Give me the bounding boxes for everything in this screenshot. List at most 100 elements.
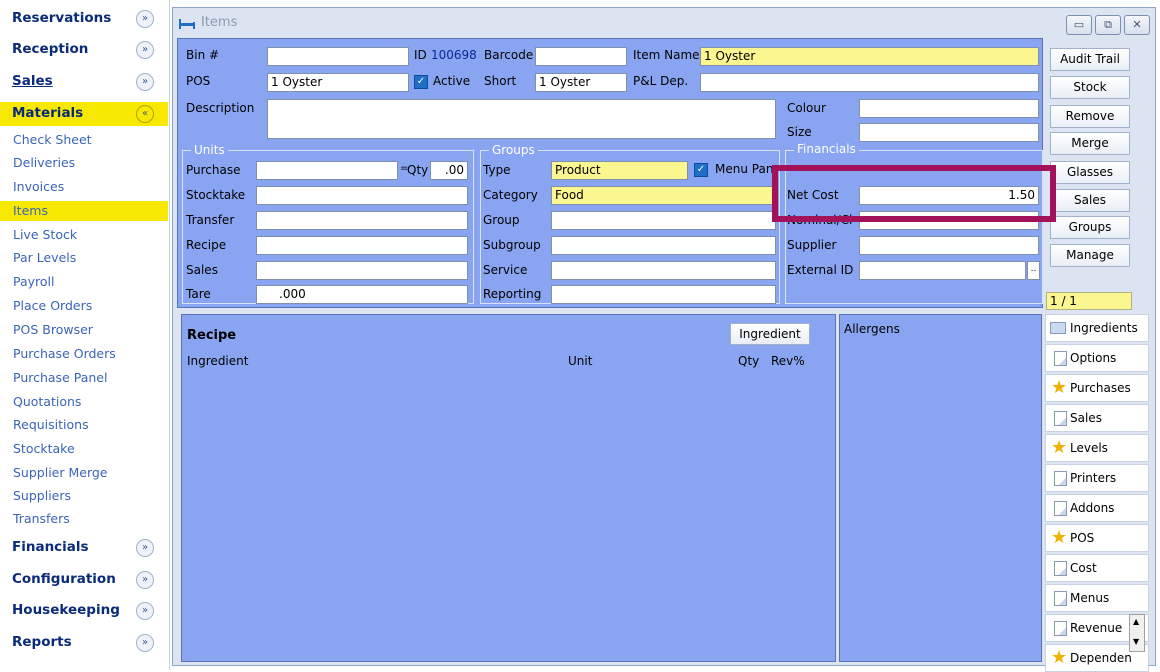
colour-input[interactable] (859, 99, 1039, 118)
expand-icon[interactable]: » (136, 634, 154, 652)
tab-cost[interactable]: Cost (1045, 554, 1149, 582)
audit-trail-button[interactable]: Audit Trail (1050, 48, 1130, 71)
sales-button[interactable]: Sales (1050, 189, 1130, 212)
tab-options[interactable]: Options (1045, 344, 1149, 372)
category-select[interactable]: Food (551, 186, 776, 205)
stocktake-input[interactable] (256, 186, 468, 205)
subgroup-input[interactable] (551, 236, 776, 255)
tab-levels[interactable]: ★ Levels (1045, 434, 1149, 462)
sidebar-item-check-sheet[interactable]: Check Sheet (13, 130, 163, 150)
section-reports[interactable]: Reports » (0, 631, 168, 655)
tab-label: Printers (1070, 471, 1117, 485)
col-rev[interactable]: Rev% (771, 354, 805, 368)
close-button[interactable]: ✕ (1124, 15, 1150, 35)
pos-input[interactable]: 1 Oyster (267, 73, 409, 92)
expand-icon[interactable]: » (136, 10, 154, 28)
expand-icon[interactable]: » (136, 41, 154, 59)
col-qty[interactable]: Qty (738, 354, 759, 368)
expand-icon[interactable]: » (136, 539, 154, 557)
reporting-input[interactable] (551, 285, 776, 304)
expand-icon[interactable]: » (136, 571, 154, 589)
purchase-input[interactable] (256, 161, 398, 180)
size-input[interactable] (859, 123, 1039, 142)
section-housekeeping[interactable]: Housekeeping » (0, 599, 168, 623)
description-input[interactable] (267, 99, 776, 139)
window-titlebar[interactable]: Items ▭ ⧉ ✕ (173, 8, 1155, 38)
bin-input[interactable] (267, 47, 409, 66)
col-ingredient[interactable]: Ingredient (187, 354, 248, 368)
page-icon (1054, 591, 1067, 606)
stock-button[interactable]: Stock (1050, 76, 1130, 99)
section-reservations[interactable]: Reservations » (0, 7, 168, 31)
tab-label: Ingredients (1070, 321, 1138, 335)
sidebar-item-items[interactable]: Items (0, 201, 168, 221)
remove-button[interactable]: Remove (1050, 105, 1130, 128)
glasses-button[interactable]: Glasses (1050, 161, 1130, 184)
sidebar-item-place-orders[interactable]: Place Orders (13, 296, 163, 316)
section-label: Housekeeping (12, 602, 120, 618)
sidebar-item-transfers[interactable]: Transfers (13, 509, 163, 529)
pos-label: POS (186, 74, 211, 88)
service-input[interactable] (551, 261, 776, 280)
sidebar-item-purchase-orders[interactable]: Purchase Orders (13, 344, 163, 364)
pl-dep-input[interactable] (700, 73, 1039, 92)
sidebar-item-deliveries[interactable]: Deliveries (13, 153, 163, 173)
active-checkbox[interactable]: ✓ (414, 75, 428, 89)
manage-button[interactable]: Manage (1050, 244, 1130, 267)
recipe-unit-input[interactable] (256, 236, 468, 255)
short-input[interactable]: 1 Oyster (535, 73, 627, 92)
sidebar-item-par-levels[interactable]: Par Levels (13, 248, 163, 268)
tab-label: Revenue (1070, 621, 1123, 635)
merge-button[interactable]: Merge (1050, 132, 1130, 155)
sidebar-item-purchase-panel[interactable]: Purchase Panel (13, 368, 163, 388)
external-id-input[interactable] (859, 261, 1026, 280)
barcode-input[interactable] (535, 47, 627, 66)
external-id-browse-button[interactable]: .. (1027, 261, 1040, 280)
tabs-scrollbar[interactable]: ▲ ▼ (1129, 614, 1145, 652)
section-configuration[interactable]: Configuration » (0, 568, 168, 592)
maximize-button[interactable]: ⧉ (1095, 15, 1121, 35)
section-financials[interactable]: Financials » (0, 536, 168, 560)
tab-ingredients[interactable]: Ingredients (1045, 314, 1149, 342)
supplier-input[interactable] (859, 236, 1039, 255)
sidebar-item-pos-browser[interactable]: POS Browser (13, 320, 163, 340)
tab-printers[interactable]: Printers (1045, 464, 1149, 492)
scroll-up-icon[interactable]: ▲ (1133, 617, 1139, 626)
groups-button[interactable]: Groups (1050, 216, 1130, 239)
tab-menus[interactable]: Menus (1045, 584, 1149, 612)
type-select[interactable]: Product (551, 161, 688, 180)
tab-label: Addons (1070, 501, 1115, 515)
tab-sales[interactable]: Sales (1045, 404, 1149, 432)
col-unit[interactable]: Unit (568, 354, 592, 368)
tab-label: Purchases (1070, 381, 1131, 395)
tare-input[interactable]: .000 (256, 285, 468, 304)
add-ingredient-button[interactable]: Ingredient (730, 323, 810, 345)
expand-icon[interactable]: » (136, 602, 154, 620)
bin-label: Bin # (186, 48, 220, 62)
sidebar-item-suppliers[interactable]: Suppliers (13, 486, 163, 506)
section-sales[interactable]: Sales » (0, 70, 168, 94)
sidebar-item-requisitions[interactable]: Requisitions (13, 415, 163, 435)
expand-icon[interactable]: » (136, 73, 154, 91)
minimize-button[interactable]: ▭ (1066, 15, 1092, 35)
sidebar-item-invoices[interactable]: Invoices (13, 177, 163, 197)
menu-panel-checkbox[interactable]: ✓ (694, 163, 708, 177)
sidebar-item-payroll[interactable]: Payroll (13, 272, 163, 292)
qty-input[interactable]: .00 (430, 161, 468, 180)
section-materials[interactable]: Materials « (0, 102, 168, 126)
transfer-input[interactable] (256, 211, 468, 230)
sidebar-item-quotations[interactable]: Quotations (13, 392, 163, 412)
tab-addons[interactable]: Addons (1045, 494, 1149, 522)
collapse-icon[interactable]: « (136, 105, 154, 123)
sidebar-item-live-stock[interactable]: Live Stock (13, 225, 163, 245)
tab-pos[interactable]: ★ POS (1045, 524, 1149, 552)
sidebar-item-stocktake[interactable]: Stocktake (13, 439, 163, 459)
item-name-input[interactable]: 1 Oyster (700, 47, 1039, 66)
group-input[interactable] (551, 211, 776, 230)
tab-purchases[interactable]: ★ Purchases (1045, 374, 1149, 402)
sidebar-item-supplier-merge[interactable]: Supplier Merge (13, 463, 163, 483)
pl-dep-label: P&L Dep. (633, 74, 689, 88)
section-reception[interactable]: Reception » (0, 38, 168, 62)
scroll-down-icon[interactable]: ▼ (1133, 637, 1139, 646)
sales-unit-input[interactable] (256, 261, 468, 280)
